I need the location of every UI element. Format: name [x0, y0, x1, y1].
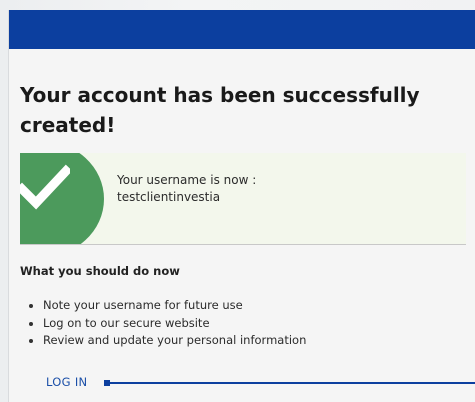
checkmark-icon	[20, 164, 70, 210]
username-value: testclientinvestia	[117, 190, 221, 204]
list-item: Log on to our secure website	[20, 315, 306, 333]
success-badge	[20, 153, 104, 244]
username-message: Your username is now : testclientinvesti…	[117, 172, 256, 206]
login-divider	[104, 380, 475, 386]
list-item: Review and update your personal informat…	[20, 332, 306, 350]
page-background: Your account has been successfully creat…	[0, 0, 475, 402]
confirmation-panel: Your account has been successfully creat…	[8, 10, 475, 402]
next-steps-heading: What you should do now	[20, 264, 180, 278]
success-message-box: Your username is now : testclientinvesti…	[20, 153, 466, 245]
list-item: Note your username for future use	[20, 297, 306, 315]
page-title: Your account has been successfully creat…	[20, 83, 420, 137]
divider-line	[110, 382, 475, 384]
next-steps-list: Note your username for future use Log on…	[20, 297, 306, 350]
header-bar	[9, 10, 475, 49]
login-link[interactable]: LOG IN	[46, 375, 87, 389]
username-label: Your username is now :	[117, 173, 257, 187]
